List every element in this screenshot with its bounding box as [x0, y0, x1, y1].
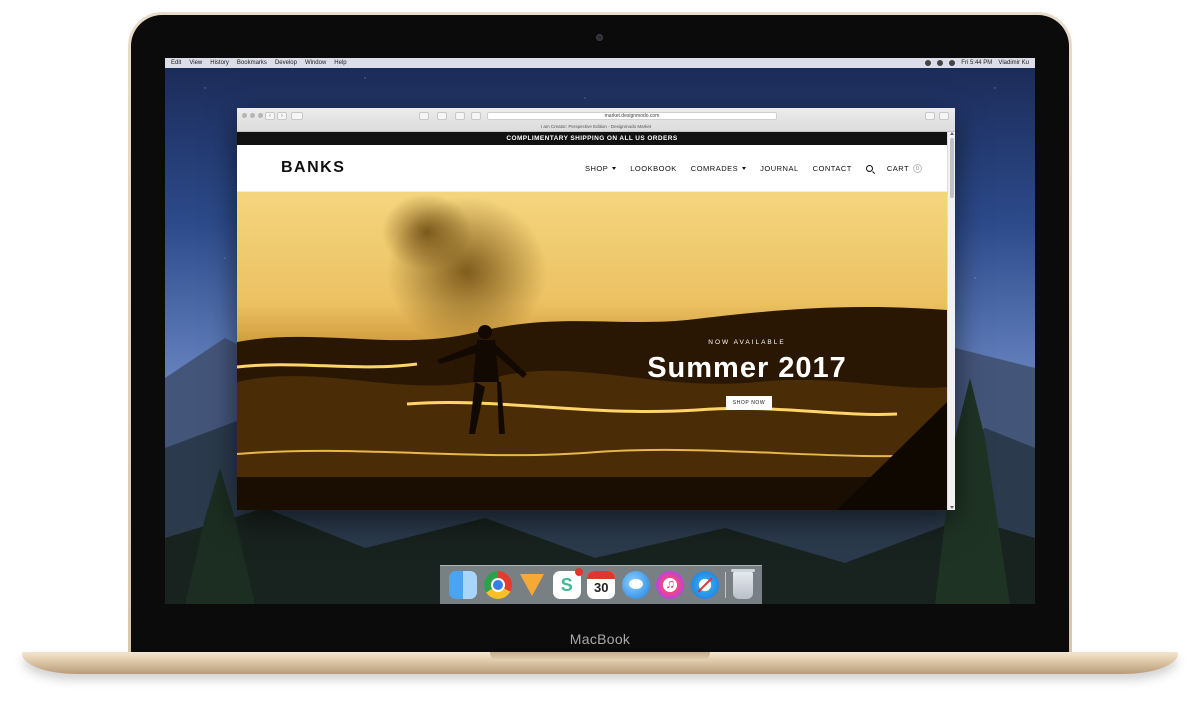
scroll-up-icon[interactable]	[950, 132, 954, 135]
website-viewport: COMPLIMENTARY SHIPPING ON ALL US ORDERS …	[237, 132, 947, 510]
nav-comrades-label: COMRADES	[690, 164, 739, 173]
menu-item-view[interactable]: View	[189, 60, 202, 66]
shield-extension-icon[interactable]	[455, 112, 465, 120]
site-header: BANKS SHOP LOOKBOOK COMRADES JOURNAL CON…	[237, 145, 947, 192]
cart-count-badge: 0	[913, 164, 923, 173]
notification-badge	[574, 568, 583, 576]
address-bar[interactable]: market.designmodo.com	[487, 112, 777, 120]
messages-icon[interactable]	[621, 571, 650, 599]
slack-icon[interactable]	[552, 568, 583, 599]
laptop-hinge-notch	[490, 652, 710, 661]
nav-cart-label: CART	[886, 164, 910, 173]
scroll-thumb[interactable]	[950, 138, 954, 198]
calendar-icon[interactable]: 30	[587, 571, 616, 599]
safari-icon[interactable]	[690, 571, 719, 599]
wifi-icon[interactable]	[925, 60, 932, 66]
volume-icon[interactable]	[937, 60, 944, 66]
nav-shop[interactable]: SHOP	[585, 164, 617, 173]
calendar-day: 30	[594, 580, 609, 595]
menubar-user[interactable]: Vladimir Ku	[998, 60, 1029, 66]
sidebar-toggle-icon[interactable]	[291, 112, 303, 120]
tabs-overview-icon[interactable]	[939, 112, 949, 120]
info-extension-icon[interactable]	[471, 112, 481, 120]
menu-item-help[interactable]: Help	[334, 60, 346, 66]
search-icon[interactable]	[865, 165, 873, 172]
zoom-window-button[interactable]	[258, 113, 263, 118]
page-scrollbar[interactable]	[947, 132, 955, 510]
forward-button[interactable]: ›	[277, 112, 287, 120]
nav-contact[interactable]: CONTACT	[813, 164, 852, 173]
finder-icon[interactable]	[449, 571, 478, 599]
chevron-down-icon	[742, 167, 747, 170]
menu-item-window[interactable]: Window	[305, 60, 326, 66]
macbook-label: MacBook	[569, 631, 631, 647]
menu-item-bookmarks[interactable]: Bookmarks	[237, 60, 267, 66]
main-navigation: SHOP LOOKBOOK COMRADES JOURNAL CONTACT C…	[585, 164, 936, 173]
nav-lookbook[interactable]: LOOKBOOK	[630, 164, 677, 173]
tab-title[interactable]: I am Creator: Perspective Edition - Desi…	[237, 122, 955, 131]
desktop-screen: Edit View History Bookmarks Develop Wind…	[165, 58, 1035, 604]
minimize-window-button[interactable]	[250, 113, 255, 118]
nav-cart[interactable]: CART 0	[886, 164, 923, 173]
trash-icon[interactable]	[730, 569, 755, 599]
menu-item-develop[interactable]: Develop	[275, 60, 297, 66]
itunes-icon[interactable]	[656, 571, 685, 599]
announcement-bar: COMPLIMENTARY SHIPPING ON ALL US ORDERS	[237, 132, 947, 145]
share-extension-icon[interactable]	[419, 112, 429, 120]
back-button[interactable]: ‹	[265, 112, 275, 120]
chevron-down-icon	[612, 167, 617, 170]
menu-item-history[interactable]: History	[210, 60, 229, 66]
battery-icon[interactable]	[949, 60, 956, 66]
shop-now-button[interactable]: SHOP NOW	[726, 396, 772, 410]
hero-banner: NOW AVAILABLE Summer 2017 SHOP NOW	[237, 192, 947, 510]
close-window-button[interactable]	[242, 113, 247, 118]
hero-title: Summer 2017	[647, 352, 847, 384]
menubar-clock[interactable]: Fri 5:44 PM	[961, 60, 992, 66]
hero-eyebrow: NOW AVAILABLE	[708, 339, 786, 346]
share-icon[interactable]	[925, 112, 935, 120]
nav-comrades[interactable]: COMRADES	[690, 164, 747, 173]
sketch-icon[interactable]	[518, 571, 546, 599]
nav-shop-label: SHOP	[585, 164, 609, 173]
hero-surf-image	[237, 194, 947, 510]
browser-titlebar: ‹ › market.designmodo.com I am Creator: …	[237, 108, 955, 132]
camera-icon	[596, 34, 603, 41]
menu-item-edit[interactable]: Edit	[171, 60, 181, 66]
scroll-down-icon[interactable]	[950, 506, 954, 509]
browser-window: ‹ › market.designmodo.com I am Creator: …	[237, 108, 955, 510]
chrome-icon[interactable]	[483, 571, 512, 599]
site-logo[interactable]: BANKS	[281, 159, 345, 177]
window-controls	[242, 113, 263, 118]
macos-dock: 30	[440, 565, 762, 604]
dock-separator	[725, 572, 727, 598]
nav-journal[interactable]: JOURNAL	[760, 164, 799, 173]
layers-extension-icon[interactable]	[437, 112, 447, 120]
macos-menubar: Edit View History Bookmarks Develop Wind…	[165, 58, 1035, 68]
